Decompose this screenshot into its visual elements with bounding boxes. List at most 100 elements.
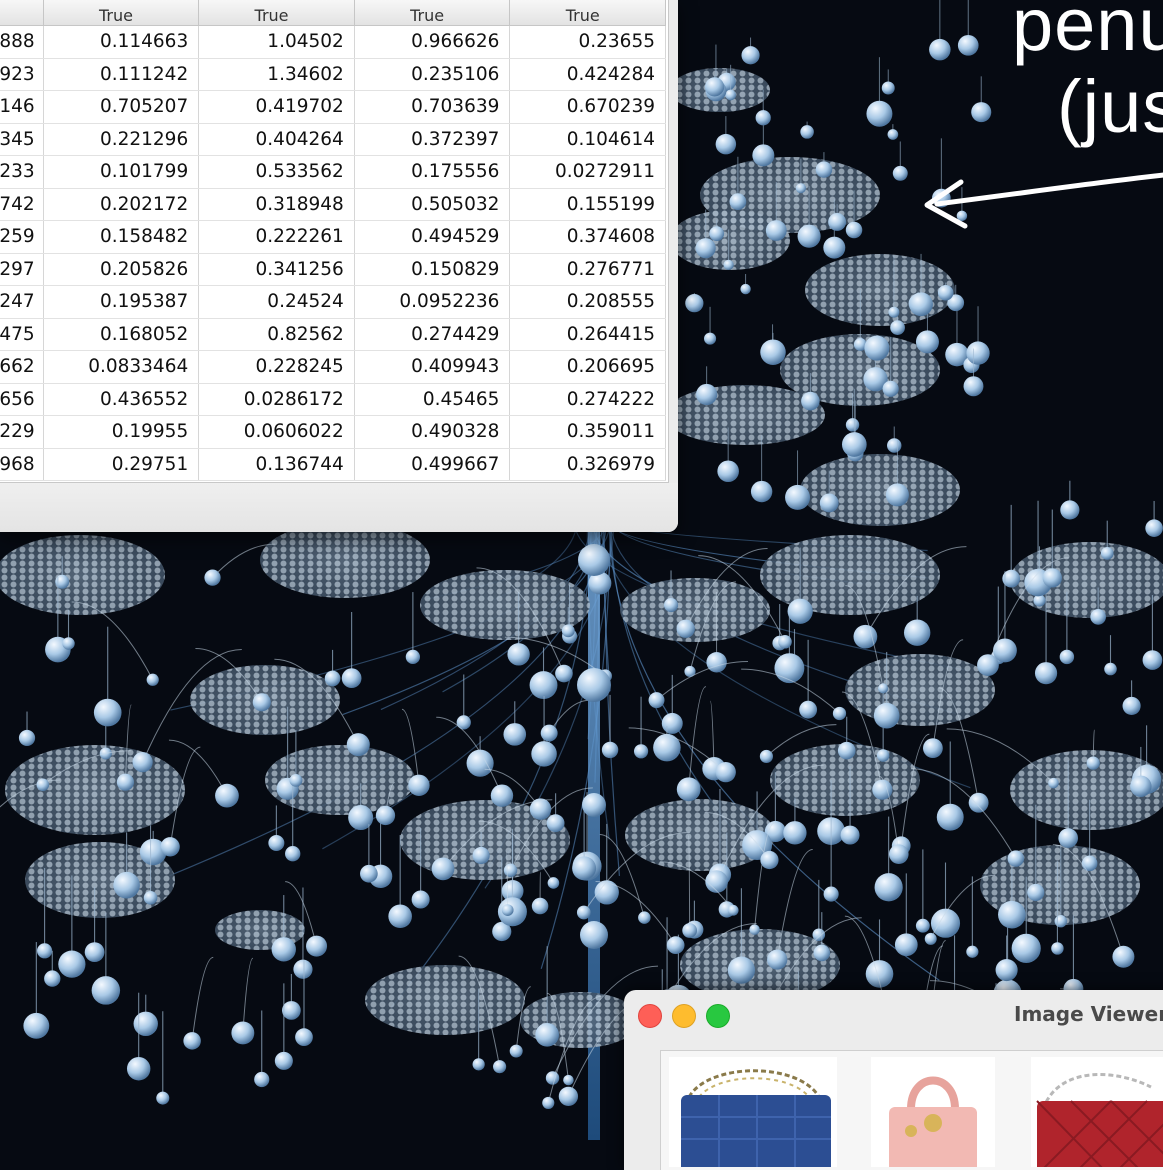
table-row[interactable]: 923 0.111242 1.34602 0.235106 0.424284	[0, 58, 666, 91]
column-header[interactable]: True	[354, 0, 511, 26]
table-cell[interactable]: 0.318948	[198, 188, 355, 221]
table-cell[interactable]: 968	[0, 448, 44, 481]
table-row[interactable]: 146 0.705207 0.419702 0.703639 0.670239	[0, 90, 666, 124]
table-row[interactable]: 297 0.205826 0.341256 0.150829 0.276771	[0, 253, 666, 286]
table-cell[interactable]: 0.23655	[509, 25, 666, 59]
table-cell[interactable]: 0.0952236	[354, 285, 511, 319]
table-cell[interactable]: 742	[0, 188, 44, 221]
table-cell[interactable]: 0.0833464	[43, 350, 200, 384]
table-row[interactable]: 662 0.0833464 0.228245 0.409943 0.206695	[0, 350, 666, 384]
table-cell[interactable]: 0.326979	[509, 448, 666, 481]
table-cell[interactable]: 259	[0, 220, 44, 254]
column-header[interactable]: True	[198, 0, 355, 26]
thumbnail-pink-handbag[interactable]	[871, 1057, 995, 1170]
table-cell[interactable]: 0.222261	[198, 220, 355, 254]
minimize-window-button[interactable]	[672, 1004, 696, 1028]
table-cell[interactable]: 0.111242	[43, 58, 200, 91]
table-cell[interactable]: 662	[0, 350, 44, 384]
table-cell[interactable]: 923	[0, 58, 44, 91]
table-row[interactable]: 345 0.221296 0.404264 0.372397 0.104614	[0, 123, 666, 156]
table-row[interactable]: 229 0.19955 0.0606022 0.490328 0.359011	[0, 415, 666, 449]
table-cell[interactable]: 0.499667	[354, 448, 511, 481]
table-cell[interactable]: 475	[0, 318, 44, 351]
table-cell[interactable]: 0.104614	[509, 123, 666, 156]
table-cell[interactable]: 297	[0, 253, 44, 286]
thumbnail-red-handbag[interactable]	[1031, 1057, 1163, 1170]
table-row[interactable]: 233 0.101799 0.533562 0.175556 0.0272911	[0, 155, 666, 189]
table-cell[interactable]: 0.494529	[354, 220, 511, 254]
table-cell[interactable]: 0.206695	[509, 350, 666, 384]
column-header[interactable]: True	[43, 0, 200, 26]
table-status-bar	[0, 483, 678, 532]
table-cell[interactable]: 888	[0, 25, 44, 59]
table-cell[interactable]: 0.966626	[354, 25, 511, 59]
table-cell[interactable]: 0.274429	[354, 318, 511, 351]
hand-drawn-arrow-icon	[924, 172, 1163, 229]
table-cell[interactable]: 0.228245	[198, 350, 355, 384]
thumbnail-blue-handbag[interactable]	[669, 1057, 837, 1170]
table-cell[interactable]: 0.424284	[509, 58, 666, 91]
table-cell[interactable]: 0.19955	[43, 415, 200, 449]
table-row[interactable]: 968 0.29751 0.136744 0.499667 0.326979	[0, 448, 666, 481]
table-cell[interactable]: 0.0606022	[198, 415, 355, 449]
table-cell[interactable]: 0.158482	[43, 220, 200, 254]
table-cell[interactable]: 0.274222	[509, 383, 666, 416]
table-cell[interactable]: 0.202172	[43, 188, 200, 221]
table-cell[interactable]: 1.34602	[198, 58, 355, 91]
table-cell[interactable]: 0.195387	[43, 285, 200, 319]
column-header[interactable]	[0, 0, 44, 26]
table-row[interactable]: 259 0.158482 0.222261 0.494529 0.374608	[0, 220, 666, 254]
table-row[interactable]: 888 0.114663 1.04502 0.966626 0.23655	[0, 25, 666, 59]
table-cell[interactable]: 0.436552	[43, 383, 200, 416]
maximize-window-button[interactable]	[706, 1004, 730, 1028]
table-cell[interactable]: 656	[0, 383, 44, 416]
table-cell[interactable]: 0.82562	[198, 318, 355, 351]
table-cell[interactable]: 0.168052	[43, 318, 200, 351]
table-cell[interactable]: 0.404264	[198, 123, 355, 156]
table-cell[interactable]: 0.705207	[43, 90, 200, 124]
table-cell[interactable]: 0.24524	[198, 285, 355, 319]
table-cell[interactable]: 0.101799	[43, 155, 200, 189]
viewer-image-grid	[660, 1050, 1163, 1170]
table-cell[interactable]: 0.0286172	[198, 383, 355, 416]
table-cell[interactable]: 0.114663	[43, 25, 200, 59]
table-cell[interactable]: 0.490328	[354, 415, 511, 449]
table-cell[interactable]: 0.150829	[354, 253, 511, 286]
table-cell[interactable]: 0.419702	[198, 90, 355, 124]
table-cell[interactable]: 0.155199	[509, 188, 666, 221]
column-header[interactable]: True	[509, 0, 666, 26]
close-window-button[interactable]	[638, 1004, 662, 1028]
table-cell[interactable]: 0.136744	[198, 448, 355, 481]
table-cell[interactable]: 0.276771	[509, 253, 666, 286]
table-cell[interactable]: 0.175556	[354, 155, 511, 189]
table-cell[interactable]: 0.533562	[198, 155, 355, 189]
table-cell[interactable]: 0.45465	[354, 383, 511, 416]
table-cell[interactable]: 146	[0, 90, 44, 124]
pink-handbag-icon	[889, 1076, 977, 1170]
table-cell[interactable]: 0.205826	[43, 253, 200, 286]
table-cell[interactable]: 0.505032	[354, 188, 511, 221]
table-cell[interactable]: 0.235106	[354, 58, 511, 91]
table-cell[interactable]: 229	[0, 415, 44, 449]
table-cell[interactable]: 0.341256	[198, 253, 355, 286]
table-row[interactable]: 247 0.195387 0.24524 0.0952236 0.208555	[0, 285, 666, 319]
table-row[interactable]: 475 0.168052 0.82562 0.274429 0.264415	[0, 318, 666, 351]
table-cell[interactable]: 0.703639	[354, 90, 511, 124]
table-cell[interactable]: 0.374608	[509, 220, 666, 254]
table-cell[interactable]: 1.04502	[198, 25, 355, 59]
table-cell[interactable]: 0.670239	[509, 90, 666, 124]
table-cell[interactable]: 0.359011	[509, 415, 666, 449]
table-cell[interactable]: 247	[0, 285, 44, 319]
table-cell[interactable]: 0.409943	[354, 350, 511, 384]
table-cell[interactable]: 0.0272911	[509, 155, 666, 189]
table-row[interactable]: 742 0.202172 0.318948 0.505032 0.155199	[0, 188, 666, 221]
table-cell[interactable]: 0.208555	[509, 285, 666, 319]
table-cell[interactable]: 0.372397	[354, 123, 511, 156]
table-row[interactable]: 656 0.436552 0.0286172 0.45465 0.274222	[0, 383, 666, 416]
table-cell[interactable]: 0.221296	[43, 123, 200, 156]
table-cell[interactable]: 345	[0, 123, 44, 156]
table-cell[interactable]: 0.29751	[43, 448, 200, 481]
table-cell[interactable]: 233	[0, 155, 44, 189]
table-cell[interactable]: 0.264415	[509, 318, 666, 351]
viewer-titlebar[interactable]: Image Viewer	[624, 990, 1163, 1040]
